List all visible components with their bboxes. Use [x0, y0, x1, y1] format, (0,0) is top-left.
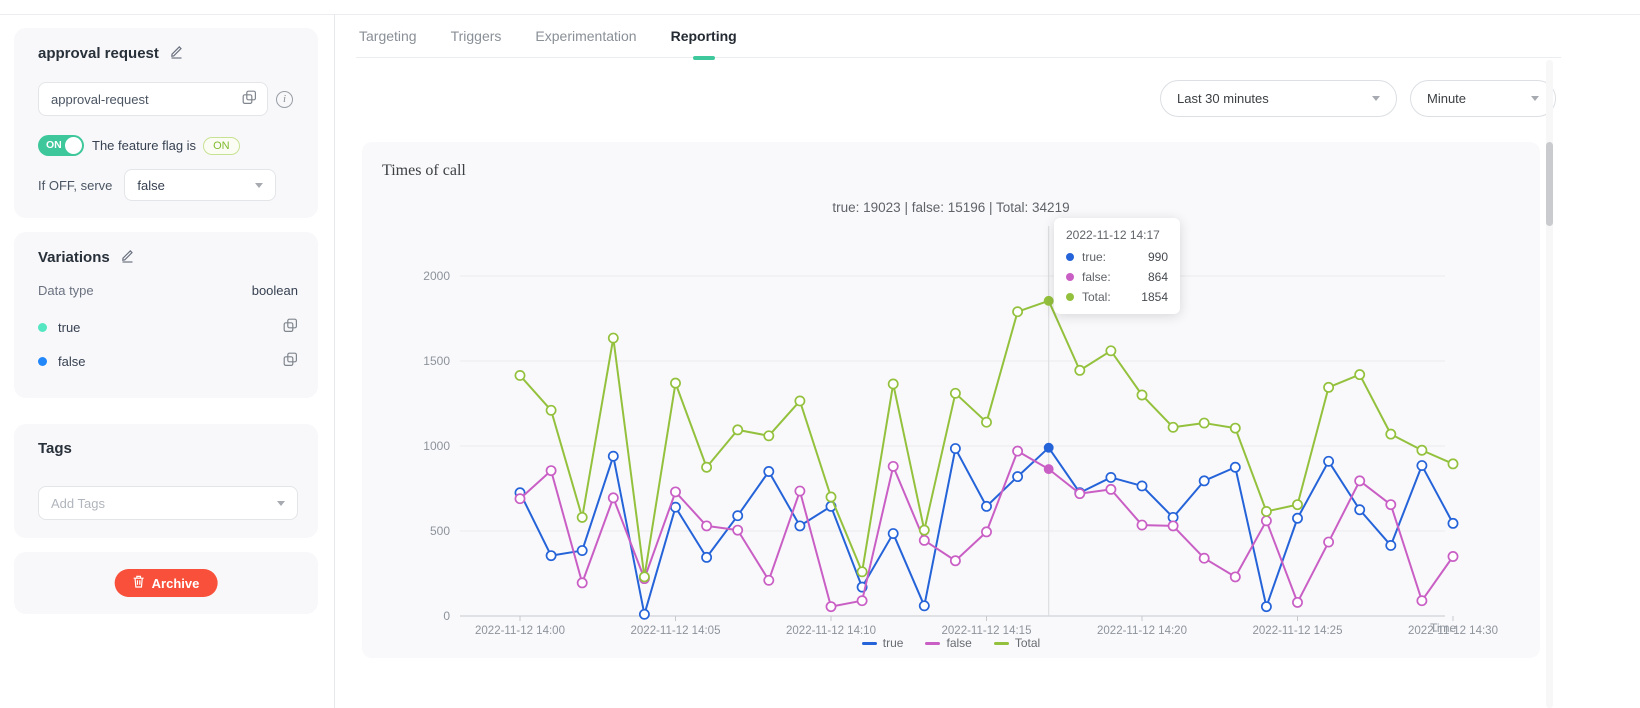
off-serve-value: false — [137, 178, 164, 193]
status-badge: ON — [203, 137, 240, 155]
chart-canvas[interactable]: 05001000150020002022-11-12 14:002022-11-… — [362, 142, 1540, 658]
tags-card: Tags Add Tags — [14, 424, 318, 538]
variation-true-dot — [38, 323, 47, 332]
edit-variations-button[interactable] — [120, 248, 135, 266]
variation-false-label: false — [58, 354, 85, 369]
tooltip-label: true: — [1082, 250, 1106, 264]
flag-card: approval request i — [14, 28, 318, 218]
flag-status-text: The feature flag is — [92, 138, 196, 153]
chart-card: Times of call true: 19023 | false: 15196… — [362, 142, 1540, 658]
granularity-select[interactable]: Minute — [1410, 80, 1556, 117]
variation-row-false: false — [38, 352, 298, 370]
data-type-row: Data type boolean — [38, 283, 298, 298]
pencil-icon — [169, 44, 184, 62]
add-tags-placeholder: Add Tags — [51, 496, 105, 511]
tab-label: Triggers — [451, 28, 502, 44]
variations-title: Variations — [38, 249, 110, 266]
svg-text:1500: 1500 — [423, 354, 450, 368]
flag-key-info-button[interactable]: i — [276, 90, 294, 108]
tab-bar: Targeting Triggers Experimentation Repor… — [356, 14, 1561, 58]
tooltip-label: false: — [1082, 270, 1111, 284]
legend-label: true — [883, 636, 904, 650]
granularity-value: Minute — [1427, 91, 1466, 106]
tooltip-row: false: 864 — [1066, 270, 1168, 284]
tab-triggers[interactable]: Triggers — [449, 14, 504, 58]
variations-card: Variations Data type boolean true — [14, 232, 318, 398]
info-icon: i — [276, 91, 293, 108]
archive-button[interactable]: Archive — [115, 569, 218, 597]
feature-flag-toggle[interactable]: ON — [38, 135, 84, 156]
chevron-down-icon — [277, 501, 285, 506]
archive-label: Archive — [152, 576, 200, 591]
chart-tooltip: 2022-11-12 14:17 true: 990 false: 864 To… — [1054, 218, 1180, 314]
svg-text:1000: 1000 — [423, 439, 450, 453]
series-dot-false — [1066, 273, 1074, 281]
legend-label: false — [946, 636, 971, 650]
active-tab-underline — [693, 56, 715, 60]
time-range-select[interactable]: Last 30 minutes — [1160, 80, 1397, 117]
svg-text:2000: 2000 — [423, 269, 450, 283]
flag-key-field — [38, 82, 268, 116]
tags-title: Tags — [38, 440, 72, 457]
sidebar: approval request i — [0, 0, 335, 708]
trash-icon — [133, 575, 145, 591]
legend-item-true[interactable]: true — [862, 636, 904, 650]
tab-label: Reporting — [671, 28, 737, 44]
legend-marker-total — [994, 642, 1009, 645]
copy-flag-key-button[interactable] — [242, 90, 257, 108]
svg-text:500: 500 — [430, 524, 450, 538]
toggle-knob — [65, 137, 82, 154]
tooltip-title: 2022-11-12 14:17 — [1066, 228, 1168, 242]
tooltip-value: 1854 — [1141, 290, 1168, 304]
tab-label: Targeting — [359, 28, 417, 44]
tooltip-value: 990 — [1148, 250, 1168, 264]
chart-legend: true false Total — [362, 636, 1540, 650]
chevron-down-icon — [1531, 96, 1539, 101]
off-serve-label: If OFF, serve — [38, 178, 112, 193]
flag-key-input[interactable] — [51, 92, 242, 107]
tooltip-value: 864 — [1148, 270, 1168, 284]
copy-icon — [283, 352, 298, 370]
xaxis-name: Time — [1430, 621, 1456, 635]
tab-experimentation[interactable]: Experimentation — [533, 14, 638, 58]
pencil-icon — [120, 248, 135, 266]
toggle-on-label: ON — [46, 139, 62, 151]
legend-marker-true — [862, 642, 877, 645]
tooltip-row: Total: 1854 — [1066, 290, 1168, 304]
variation-false-dot — [38, 357, 47, 366]
edit-flag-title-button[interactable] — [169, 44, 184, 62]
copy-icon — [283, 318, 298, 336]
tooltip-row: true: 990 — [1066, 250, 1168, 264]
tooltip-label: Total: — [1082, 290, 1111, 304]
data-type-value: boolean — [252, 283, 298, 298]
svg-text:0: 0 — [443, 609, 450, 623]
main-area: Targeting Triggers Experimentation Repor… — [335, 0, 1640, 708]
variation-row-true: true — [38, 318, 298, 336]
time-range-value: Last 30 minutes — [1177, 91, 1269, 106]
copy-variation-true-button[interactable] — [283, 318, 298, 336]
off-serve-select[interactable]: false — [124, 169, 276, 201]
copy-variation-false-button[interactable] — [283, 352, 298, 370]
data-type-label: Data type — [38, 283, 94, 298]
legend-item-false[interactable]: false — [925, 636, 971, 650]
add-tags-select[interactable]: Add Tags — [38, 486, 298, 520]
legend-marker-false — [925, 642, 940, 645]
flag-title: approval request — [38, 45, 159, 62]
tab-label: Experimentation — [535, 28, 636, 44]
archive-card: Archive — [14, 552, 318, 614]
tab-reporting[interactable]: Reporting — [669, 14, 739, 58]
tab-targeting[interactable]: Targeting — [357, 14, 419, 58]
chevron-down-icon — [1372, 96, 1380, 101]
series-dot-total — [1066, 293, 1074, 301]
legend-item-total[interactable]: Total — [994, 636, 1040, 650]
series-dot-true — [1066, 253, 1074, 261]
chevron-down-icon — [255, 183, 263, 188]
variation-true-label: true — [58, 320, 80, 335]
scrollbar-thumb[interactable] — [1546, 142, 1553, 226]
legend-label: Total — [1015, 636, 1040, 650]
copy-icon — [242, 90, 257, 108]
